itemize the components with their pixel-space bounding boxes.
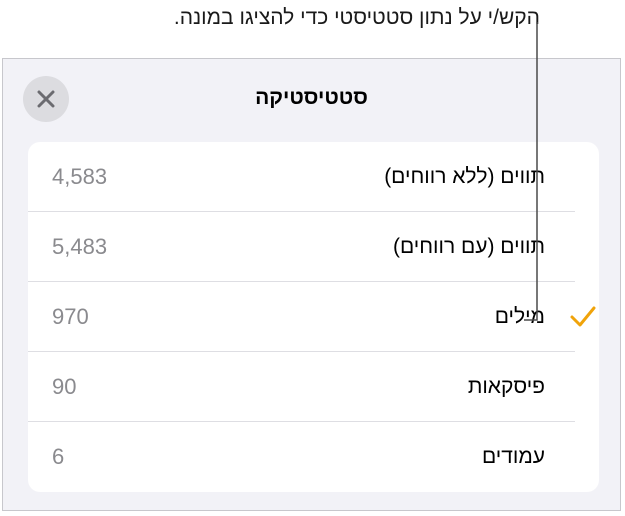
stat-value: 6	[52, 444, 65, 469]
panel-title: סטטיסטיקה	[255, 86, 368, 109]
stats-list: תווים (ללא רווחים) 4,583 תווים (עם רווחי…	[28, 142, 599, 492]
stat-row-characters-no-spaces[interactable]: תווים (ללא רווחים) 4,583	[28, 142, 599, 212]
statistics-panel: סטטיסטיקה תווים (ללא רווחים) 4,583 תווים…	[2, 58, 621, 511]
checkmark-icon	[570, 306, 596, 327]
stage: הקש/י על נתון סטטיסטי כדי להציגו במונה. …	[0, 0, 625, 516]
stat-label: תווים (עם רווחים)	[392, 235, 545, 258]
stat-row-words[interactable]: מילים 970	[28, 282, 599, 352]
stat-value: 90	[52, 374, 77, 399]
callout-text: הקש/י על נתון סטטיסטי כדי להציגו במונה.	[173, 6, 540, 29]
stat-row-characters-with-spaces[interactable]: תווים (עם רווחים) 5,483	[28, 212, 599, 282]
stat-label: עמודים	[481, 445, 545, 468]
stat-row-pages[interactable]: עמודים 6	[28, 422, 599, 492]
stat-row-paragraphs[interactable]: פיסקאות 90	[28, 352, 599, 422]
stat-label: תווים (ללא רווחים)	[384, 165, 545, 188]
stat-value: 5,483	[52, 234, 108, 259]
stat-value: 970	[52, 304, 89, 329]
stat-label: פיסקאות	[467, 375, 545, 398]
stat-value: 4,583	[52, 164, 108, 189]
stat-label: מילים	[494, 305, 545, 328]
